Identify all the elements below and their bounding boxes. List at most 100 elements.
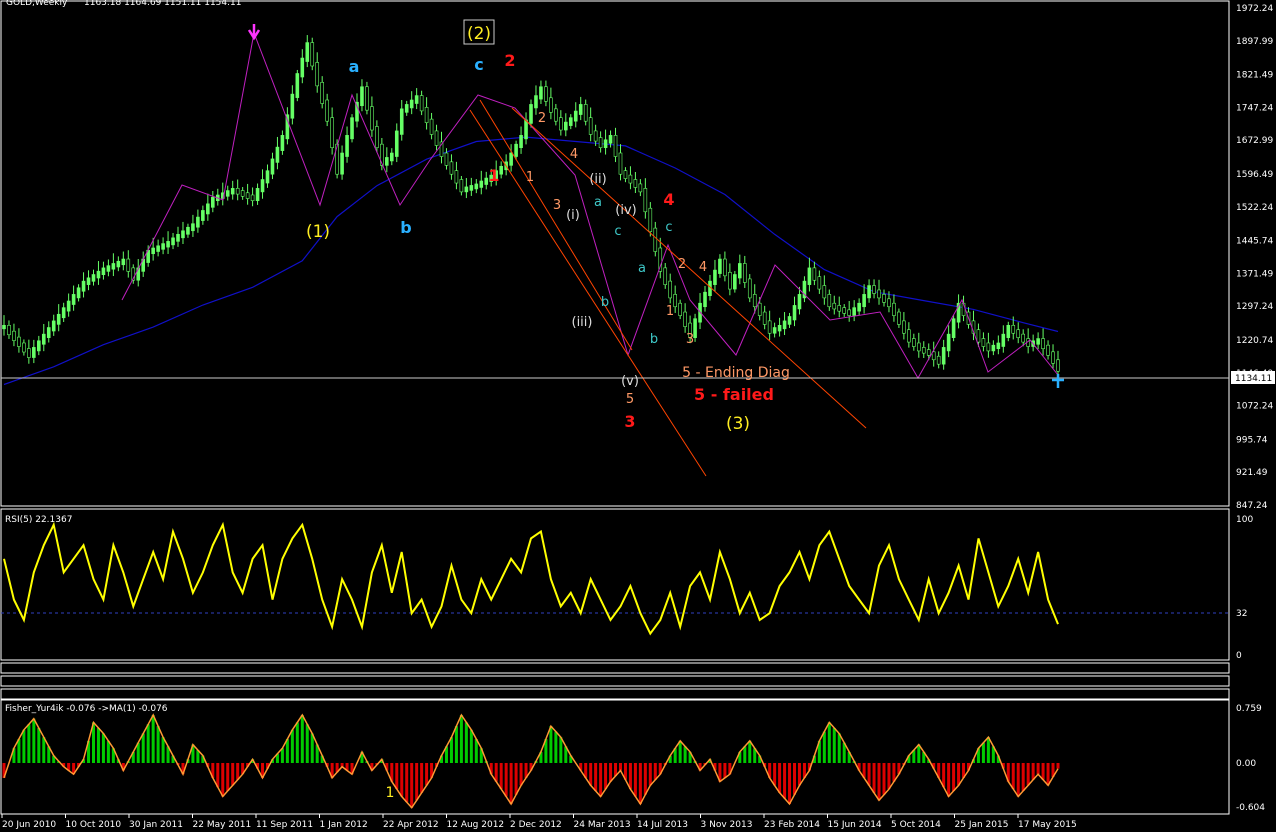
candle-body — [330, 117, 334, 149]
candle-body — [593, 130, 598, 142]
rsi-ytick: 32 — [1236, 609, 1247, 619]
price-tick-label: 1821.49 — [1236, 71, 1273, 81]
candle-body — [320, 82, 324, 104]
wave-label: (1) — [306, 222, 330, 242]
price-tick-label: 1897.99 — [1236, 37, 1273, 47]
candle-body — [921, 347, 926, 354]
candle-body — [529, 104, 533, 124]
candle-body — [598, 137, 603, 149]
time-tick-label: 17 May 2015 — [1018, 820, 1077, 830]
candle-body — [772, 327, 777, 334]
candle-body — [325, 99, 329, 122]
candle-body — [877, 289, 881, 299]
candle-body — [235, 188, 240, 195]
candle-body — [81, 280, 86, 292]
price-tick-label: 1371.49 — [1236, 269, 1273, 279]
candle-body — [822, 285, 827, 299]
candle-body — [857, 302, 861, 312]
candle-body — [116, 260, 121, 268]
candle-body — [61, 307, 66, 319]
wave-label: 3 — [553, 198, 561, 213]
candle-body — [156, 245, 160, 252]
candle-body — [196, 216, 200, 228]
time-tick-label: 5 Oct 2014 — [891, 820, 941, 830]
candle-body — [181, 230, 185, 239]
wave-label: 5 - Ending Diag — [682, 365, 790, 381]
fisher-panel-frame — [0, 699, 1230, 815]
candle-body — [618, 152, 623, 175]
candle-body — [295, 73, 300, 98]
fisher-label: 1 — [386, 785, 395, 801]
wave-label: 5 - failed — [694, 385, 774, 404]
wave-label: (ii) — [589, 172, 606, 187]
candle-body — [389, 152, 394, 162]
symbol-title: GOLD,Weekly — [6, 0, 68, 8]
candle-body — [126, 258, 131, 272]
candle-body — [121, 258, 126, 266]
price-tick-label: 1297.24 — [1236, 302, 1273, 312]
candle-body — [559, 117, 563, 131]
candle-body — [464, 186, 469, 193]
time-axis-labels: 20 Jun 2010 10 Oct 2010 30 Jan 2011 22 May … — [1, 814, 1077, 830]
empty-panel-frame-1 — [0, 662, 1230, 674]
candle-body — [340, 152, 344, 175]
price-tick-label: 921.49 — [1236, 468, 1268, 478]
wave-label: 1 — [488, 166, 499, 185]
candle-body — [852, 307, 856, 316]
candle-body — [225, 190, 230, 197]
candle-body — [419, 95, 424, 112]
candle-body — [1011, 325, 1016, 334]
wave-label: 2 — [678, 257, 686, 272]
candle-body — [186, 226, 190, 235]
candle-body — [842, 307, 847, 314]
candle-body — [484, 177, 489, 185]
candle-body — [404, 104, 409, 113]
candle-body — [564, 121, 568, 131]
time-tick-label: 30 Jan 2011 — [129, 820, 183, 830]
candle-body — [37, 340, 41, 352]
fisher-ytick: 0.00 — [1236, 759, 1256, 769]
candle-body — [628, 174, 633, 184]
candle-body — [976, 329, 981, 343]
price-tick-label: 1522.24 — [1236, 203, 1273, 213]
wave-label: c — [665, 220, 672, 235]
candle-body — [683, 311, 687, 327]
candle-body — [514, 143, 518, 157]
candle-body — [782, 320, 787, 330]
candle-body — [1001, 333, 1006, 347]
candle-body — [837, 305, 842, 312]
candle-body — [91, 274, 96, 282]
candle-body — [534, 95, 538, 109]
candle-body — [867, 285, 871, 299]
candle-series — [2, 35, 1060, 378]
candle-body — [519, 135, 523, 149]
wave-label: 2 — [504, 51, 515, 70]
candle-body — [862, 294, 866, 308]
down-arrow-icon — [247, 24, 261, 41]
price-tick-label: 1972.24 — [1236, 4, 1273, 14]
candle-body — [424, 107, 429, 123]
candle-body — [434, 130, 439, 146]
wave-label: b — [400, 218, 411, 237]
cross-arrow-icon — [1052, 374, 1064, 388]
rsi-ytick: 0 — [1236, 651, 1242, 661]
candle-body — [375, 126, 379, 149]
candle-body — [46, 327, 51, 338]
candle-body — [176, 233, 180, 242]
candle-body — [1016, 329, 1021, 338]
candle-body — [653, 227, 658, 252]
candle-body — [907, 329, 911, 343]
candle-body — [96, 270, 101, 279]
candle-body — [718, 258, 722, 274]
candle-body — [260, 179, 265, 193]
candle-body — [583, 104, 588, 122]
candle-body — [912, 338, 916, 347]
time-tick-label: 22 Apr 2012 — [383, 820, 439, 830]
price-tick-label: 1672.99 — [1236, 136, 1273, 146]
candle-body — [1021, 333, 1025, 343]
candle-body — [524, 119, 528, 140]
rsi-line — [3, 521, 1059, 636]
candle-body — [1046, 344, 1050, 356]
wave-label: 3 — [686, 332, 694, 347]
candle-body — [981, 338, 986, 347]
